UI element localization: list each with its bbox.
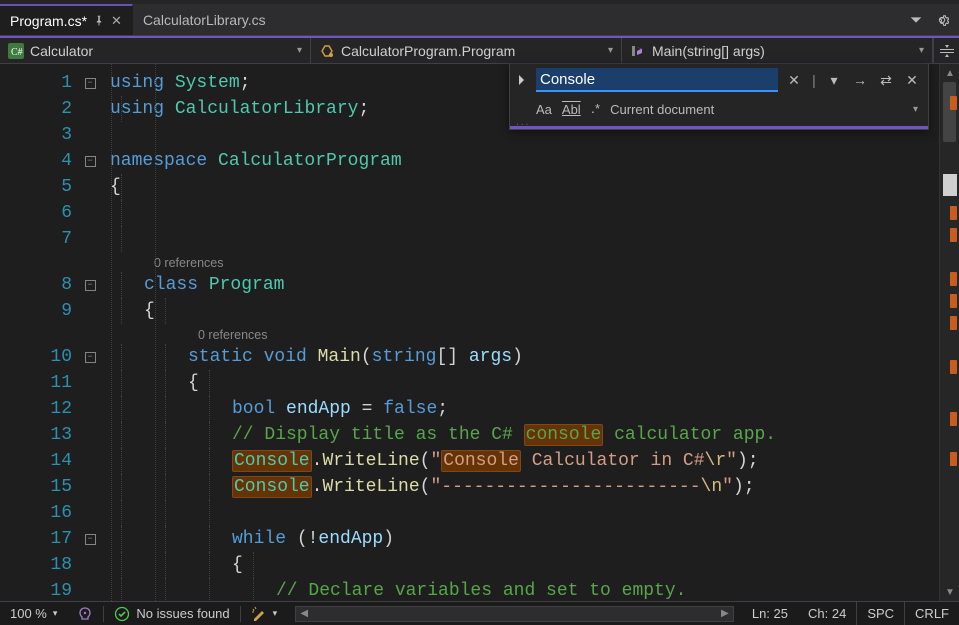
chevron-down-icon: ▾ — [53, 608, 58, 619]
tab-strip: Program.cs* ✕ CalculatorLibrary.cs — [0, 4, 959, 36]
svg-text:C#: C# — [11, 47, 23, 58]
method-icon — [630, 43, 646, 59]
find-in-files-icon[interactable]: ⇄ — [876, 70, 896, 90]
close-icon[interactable]: ✕ — [111, 13, 122, 29]
code-editor[interactable]: 1− 2 3 4− 5 6 7 8− 9 10− 11 12 13 14 15 … — [0, 64, 959, 601]
project-combo[interactable]: C# Calculator ▾ — [0, 38, 311, 63]
combo-text: Main(string[] args) — [652, 43, 765, 59]
match-case-icon[interactable]: Aa — [536, 99, 552, 119]
line-ending[interactable]: CRLF — [905, 602, 959, 625]
chevron-down-icon: ▾ — [913, 104, 918, 115]
cursor-line[interactable]: Ln: 25 — [742, 602, 798, 625]
use-regex-icon[interactable]: ․* — [591, 99, 600, 119]
chevron-down-icon: ▾ — [297, 45, 302, 56]
settings-gear-icon[interactable] — [935, 13, 949, 27]
code-text-area[interactable]: using System; using CalculatorLibrary; n… — [100, 64, 959, 601]
csharp-icon: C# — [8, 43, 24, 59]
resize-grip-icon[interactable]: ∙∙∙ — [516, 119, 530, 130]
chevron-down-icon: ▾ — [608, 45, 613, 56]
fold-toggle[interactable]: − — [85, 156, 96, 167]
fold-toggle[interactable]: − — [85, 352, 96, 363]
chevron-down-icon: ▾ — [919, 45, 924, 56]
scroll-right-icon[interactable]: ▶ — [717, 607, 733, 621]
find-panel: ✕ | ▾ → ⇄ ✕ Aa Abl ․* Current document ▾… — [509, 64, 929, 130]
pin-icon[interactable] — [93, 15, 105, 27]
status-bar: 100 % ▾ No issues found ▾ ◀ ▶ Ln: 25 Ch:… — [0, 601, 959, 625]
cleanup-icon[interactable]: ▾ — [241, 602, 288, 625]
cursor-char[interactable]: Ch: 24 — [798, 602, 856, 625]
expand-replace-icon[interactable] — [514, 74, 530, 86]
combo-text: Calculator — [30, 43, 93, 59]
search-input[interactable] — [536, 68, 778, 92]
checkmark-icon — [114, 606, 130, 622]
class-combo[interactable]: CalculatorProgram.Program ▾ — [311, 38, 622, 63]
search-scope-combo[interactable]: Current document ▾ — [610, 98, 918, 120]
codelens[interactable]: 0 references — [154, 256, 223, 270]
member-combo[interactable]: Main(string[] args) ▾ — [622, 38, 933, 63]
tab-label: Program.cs* — [10, 13, 87, 29]
zoom-combo[interactable]: 100 % ▾ — [0, 602, 67, 625]
class-icon — [319, 43, 335, 59]
search-options-dropdown-icon[interactable]: ▾ — [824, 70, 844, 90]
horizontal-scrollbar[interactable]: ◀ ▶ — [295, 606, 734, 622]
scroll-up-icon[interactable]: ▲ — [940, 64, 959, 82]
indent-mode[interactable]: SPC — [856, 602, 905, 625]
chevron-down-icon: ▾ — [273, 608, 278, 619]
scroll-left-icon[interactable]: ◀ — [296, 607, 312, 621]
fold-toggle[interactable]: − — [85, 534, 96, 545]
tab-label: CalculatorLibrary.cs — [143, 12, 266, 28]
line-number-gutter: 1− 2 3 4− 5 6 7 8− 9 10− 11 12 13 14 15 … — [0, 64, 100, 601]
close-search-icon[interactable]: ✕ — [784, 70, 804, 90]
scope-text: Current document — [610, 102, 714, 117]
combo-text: CalculatorProgram.Program — [341, 43, 515, 59]
scroll-down-icon[interactable]: ▼ — [940, 583, 959, 601]
nav-breadcrumb-bar: C# Calculator ▾ CalculatorProgram.Progra… — [0, 36, 959, 64]
split-window-icon[interactable] — [933, 38, 959, 63]
close-panel-icon[interactable]: ✕ — [902, 70, 922, 90]
vertical-scrollbar[interactable]: ▲ ▼ — [939, 64, 959, 601]
fold-toggle[interactable]: − — [85, 280, 96, 291]
codelens[interactable]: 0 references — [198, 328, 267, 342]
tab-active[interactable]: Program.cs* ✕ — [0, 4, 133, 35]
scroll-thumb[interactable] — [943, 82, 956, 142]
find-next-icon[interactable]: → — [850, 70, 870, 90]
match-whole-word-icon[interactable]: Abl — [562, 99, 581, 119]
issues-status[interactable]: No issues found — [104, 602, 239, 625]
intellisense-icon[interactable] — [67, 602, 103, 625]
tab-overflow-icon[interactable] — [909, 13, 923, 27]
fold-toggle[interactable]: − — [85, 78, 96, 89]
tab-inactive[interactable]: CalculatorLibrary.cs — [133, 4, 276, 35]
